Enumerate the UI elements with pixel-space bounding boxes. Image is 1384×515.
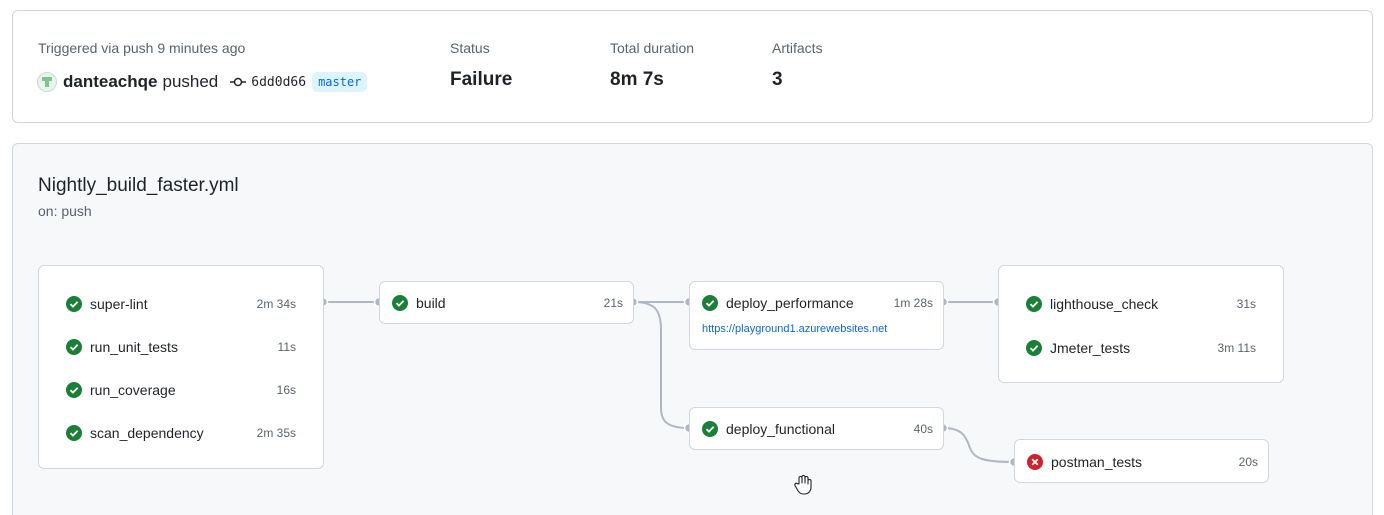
job-duration: 40s bbox=[913, 422, 933, 436]
success-check-icon bbox=[1026, 340, 1042, 356]
success-check-icon bbox=[392, 295, 408, 311]
success-check-icon bbox=[702, 295, 718, 311]
job-name: lighthouse_check bbox=[1050, 296, 1159, 312]
job-run-unit-tests[interactable]: run_unit_tests 11s bbox=[66, 337, 296, 357]
job-duration: 20s bbox=[1238, 455, 1258, 469]
job-build[interactable]: build 21s bbox=[392, 293, 623, 313]
environment-url-link[interactable]: https://playground1.azurewebsites.net bbox=[702, 323, 887, 335]
job-deploy-performance[interactable]: deploy_performance 1m 28s bbox=[702, 293, 933, 313]
job-group-build: build 21s bbox=[379, 281, 634, 324]
job-name: run_coverage bbox=[90, 382, 176, 398]
job-duration: 1m 28s bbox=[893, 296, 933, 310]
job-name: build bbox=[416, 295, 446, 311]
failure-x-icon bbox=[1027, 454, 1043, 470]
job-duration: 31s bbox=[1236, 297, 1256, 311]
job-group-deploy-functional: deploy_functional 40s bbox=[689, 407, 944, 450]
success-check-icon bbox=[66, 382, 82, 398]
success-check-icon bbox=[66, 339, 82, 355]
job-scan-dependency[interactable]: scan_dependency 2m 35s bbox=[66, 423, 296, 443]
job-group-perf-tests: lighthouse_check 31s Jmeter_tests 3m 11s bbox=[998, 265, 1284, 383]
job-jmeter-tests[interactable]: Jmeter_tests 3m 11s bbox=[1026, 338, 1256, 358]
job-duration: 3m 11s bbox=[1217, 341, 1256, 355]
job-duration: 11s bbox=[277, 340, 296, 354]
job-name: deploy_functional bbox=[726, 421, 835, 437]
job-name: deploy_performance bbox=[726, 295, 854, 311]
job-postman-tests[interactable]: postman_tests 20s bbox=[1027, 452, 1258, 472]
hand-cursor-icon bbox=[794, 475, 812, 495]
job-name: postman_tests bbox=[1051, 454, 1143, 470]
job-lighthouse-check[interactable]: lighthouse_check 31s bbox=[1026, 294, 1256, 314]
job-duration: 21s bbox=[603, 296, 623, 310]
success-check-icon bbox=[66, 296, 82, 312]
job-duration: 2m 35s bbox=[256, 426, 296, 440]
job-group-deploy-performance: deploy_performance 1m 28s https://playgr… bbox=[689, 281, 944, 350]
job-deploy-functional[interactable]: deploy_functional 40s bbox=[702, 419, 933, 439]
job-name: Jmeter_tests bbox=[1050, 340, 1131, 356]
job-name: super-lint bbox=[90, 296, 148, 312]
success-check-icon bbox=[702, 421, 718, 437]
job-group-lint: super-lint 2m 34s run_unit_tests 11s run… bbox=[38, 265, 324, 469]
success-check-icon bbox=[66, 425, 82, 441]
job-group-postman: postman_tests 20s bbox=[1014, 439, 1269, 483]
job-run-coverage[interactable]: run_coverage 16s bbox=[66, 380, 296, 400]
job-duration: 16s bbox=[276, 383, 296, 397]
job-name: run_unit_tests bbox=[90, 339, 178, 355]
success-check-icon bbox=[1026, 296, 1042, 312]
job-name: scan_dependency bbox=[90, 425, 204, 441]
job-super-lint[interactable]: super-lint 2m 34s bbox=[66, 294, 296, 314]
job-duration: 2m 34s bbox=[256, 297, 296, 311]
